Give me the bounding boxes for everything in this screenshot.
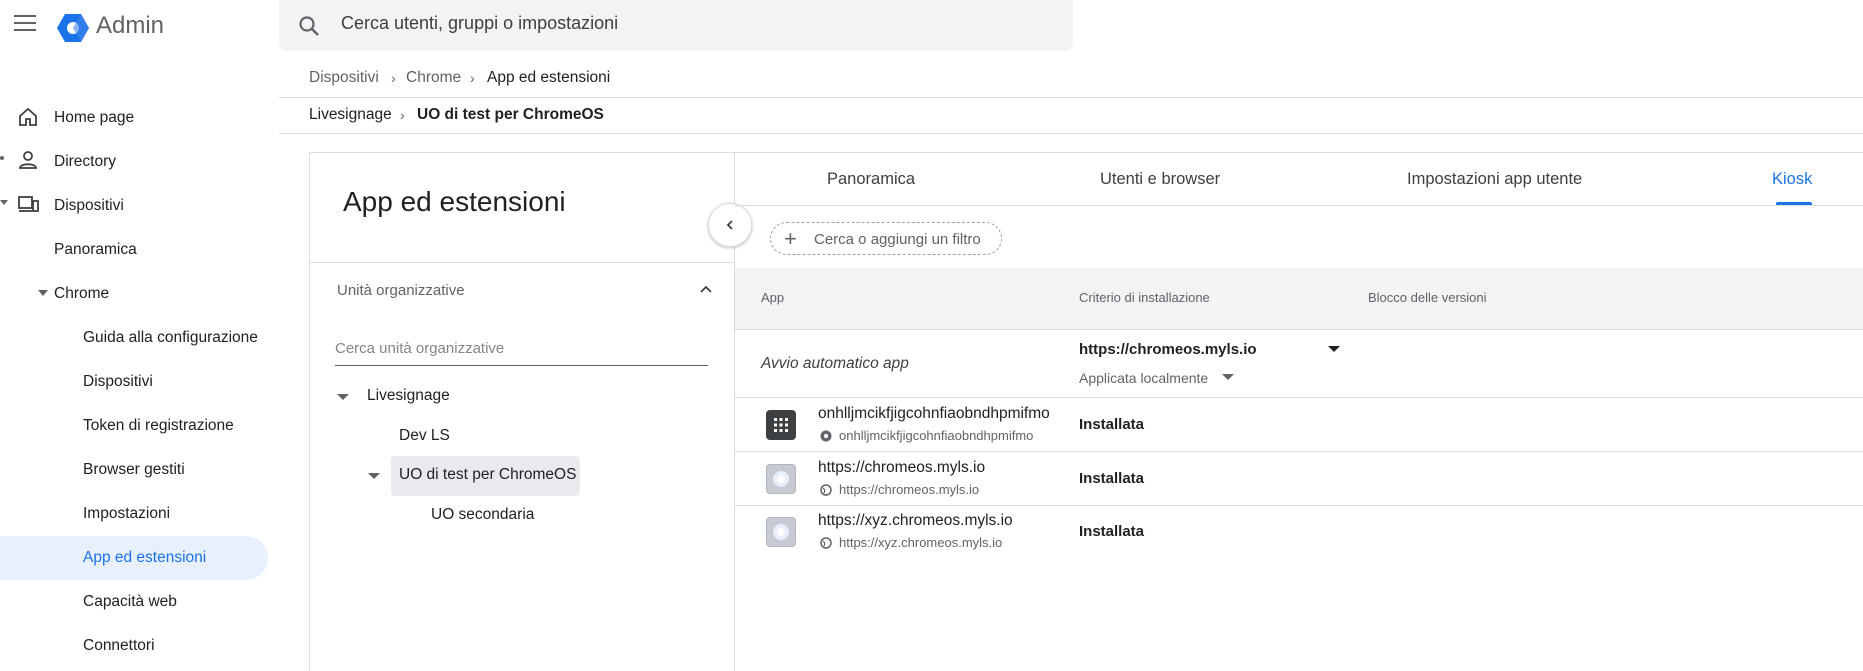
tab-panoramica[interactable]: Panoramica [827,170,915,189]
ou-breadcrumb-current: UO di test per ChromeOS [417,106,604,123]
breadcrumb-dispositivi[interactable]: Dispositivi [309,69,379,87]
sidebar-item-dispositivi-chrome[interactable]: Dispositivi [83,373,153,391]
apps-grid-icon [766,410,796,440]
home-icon [19,107,37,126]
panel-left-border [309,152,310,671]
sidebar-item-panoramica[interactable]: Panoramica [54,241,137,259]
app-url: https://chromeos.myls.io [839,482,980,497]
auto-launch-label: Avvio automatico app [761,355,909,372]
row-divider [735,505,1863,506]
row-divider [735,451,1863,452]
sidebar-item-chrome[interactable]: Chrome [54,285,109,303]
tree-node-uo-secondaria[interactable]: UO secondaria [431,506,534,524]
column-header-blocco: Blocco delle versioni [1368,290,1487,305]
ou-breadcrumb-livesignage[interactable]: Livesignage [309,106,392,124]
devices-icon [18,196,39,212]
add-icon: + [784,226,797,251]
tree-expand-arrow-icon[interactable] [368,473,380,479]
app-title: Admin [96,12,165,39]
app-name[interactable]: https://xyz.chromeos.myls.io [818,512,1013,530]
column-header-criterio: Criterio di installazione [1079,290,1210,305]
google-admin-logo[interactable] [56,11,90,45]
chevron-up-icon[interactable] [698,281,714,297]
app-id: onhlljmcikfjigcohnfiaobndhpmifmo [839,428,1034,443]
web-app-icon [766,464,796,494]
install-policy[interactable]: Installata [1079,523,1144,540]
person-icon [19,151,37,169]
filter-label: Cerca o aggiungi un filtro [814,231,981,248]
dropdown-arrow-icon[interactable] [1328,346,1340,352]
install-policy[interactable]: Installata [1079,470,1144,487]
tree-node-uo-test[interactable]: UO di test per ChromeOS [399,466,576,484]
sidebar-item-app-estensioni[interactable]: App ed estensioni [83,549,206,567]
row-divider [735,397,1863,398]
divider [279,133,1863,134]
globe-icon [820,484,832,496]
expand-arrow-icon[interactable] [0,200,8,205]
chevron-left-icon [726,220,733,230]
web-app-icon [766,517,796,547]
chevron-right-icon: › [400,107,405,123]
chevron-right-icon: › [470,70,475,86]
search-icon [299,16,319,36]
divider [309,262,734,263]
sidebar-item-home[interactable]: Home page [54,109,134,127]
panel-title: App ed estensioni [343,186,566,217]
menu-icon[interactable] [14,15,36,33]
breadcrumb-current: App ed estensioni [487,69,611,86]
sidebar-item-connettori[interactable]: Connettori [83,637,155,655]
tree-node-livesignage[interactable]: Livesignage [367,387,450,405]
app-name[interactable]: onhlljmcikfjigcohnfiaobndhpmifmo [818,405,1050,423]
collapse-panel-button[interactable] [708,203,752,247]
tab-utenti-browser[interactable]: Utenti e browser [1100,170,1220,189]
divider [735,205,1863,206]
expand-dot [0,156,4,160]
sidebar-item-dispositivi[interactable]: Dispositivi [54,197,124,215]
chrome-icon [820,430,832,442]
sidebar-item-directory[interactable]: Directory [54,153,116,171]
ou-search-input[interactable] [335,340,708,366]
search-input[interactable] [341,13,1041,34]
sidebar-item-guida[interactable]: Guida alla configurazione [83,329,258,347]
tree-expand-arrow-icon[interactable] [337,394,349,400]
filter-chip[interactable]: + Cerca o aggiungi un filtro [770,222,1002,255]
app-url: https://xyz.chromeos.myls.io [839,535,1003,550]
global-search-bar[interactable] [279,0,1073,51]
breadcrumb-chrome[interactable]: Chrome [406,69,461,87]
install-policy[interactable]: Installata [1079,416,1144,433]
chevron-right-icon: › [391,70,396,86]
applied-locally-label[interactable]: Applicata localmente [1079,370,1208,386]
tab-impostazioni-app[interactable]: Impostazioni app utente [1407,170,1582,189]
tab-kiosk[interactable]: Kiosk [1772,170,1812,189]
sidebar-item-impostazioni[interactable]: Impostazioni [83,505,170,523]
sidebar-item-capacita-web[interactable]: Capacità web [83,593,177,611]
app-name[interactable]: https://chromeos.myls.io [818,459,985,477]
dropdown-arrow-icon[interactable] [1222,374,1234,380]
globe-icon [820,537,832,549]
auto-launch-select[interactable]: https://chromeos.myls.io [1079,341,1257,358]
divider [279,97,1863,98]
sidebar-item-token[interactable]: Token di registrazione [83,417,234,435]
column-header-app: App [761,290,785,305]
tree-node-dev-ls[interactable]: Dev LS [399,427,450,445]
panel-top-border [309,152,1863,153]
ou-section-header: Unità organizzative [337,282,465,299]
chrome-expand-arrow-icon[interactable] [38,290,48,296]
table-header: App Criterio di installazione Blocco del… [735,268,1863,330]
sidebar-item-browser[interactable]: Browser gestiti [83,461,185,479]
